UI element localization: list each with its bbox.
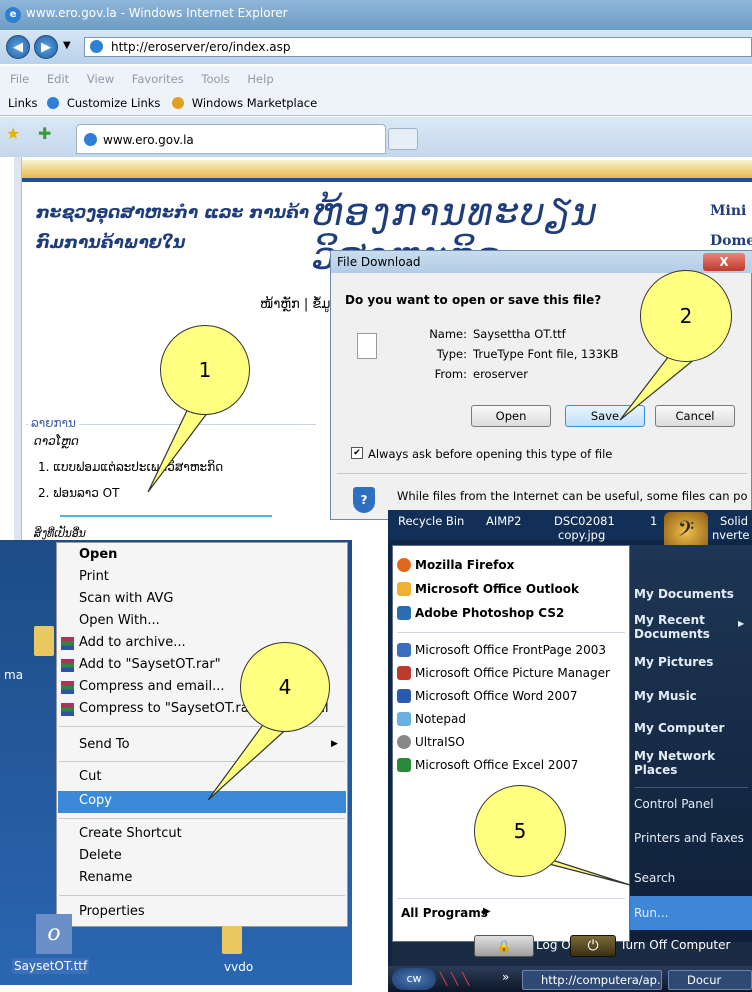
callout-1: 1: [160, 325, 250, 415]
callout-4: 4: [240, 642, 330, 732]
callout-pointers: [147, 351, 698, 886]
callout-2: 2: [640, 270, 732, 362]
callout-5: 5: [474, 785, 566, 877]
callout-2-pointer: [619, 351, 698, 421]
